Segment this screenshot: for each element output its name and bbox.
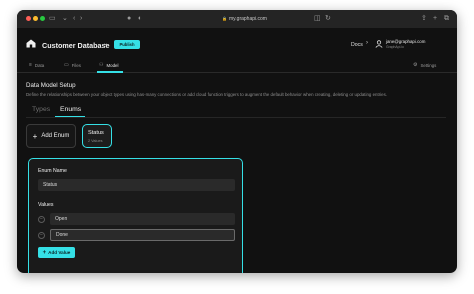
enum-card-status[interactable]: Status 2 Values: [82, 124, 112, 148]
remove-value-icon[interactable]: −: [38, 216, 45, 223]
chevron-down-icon[interactable]: ⌄: [62, 14, 68, 24]
remove-value-icon[interactable]: −: [38, 232, 45, 239]
subnav-item-label: Model: [106, 62, 119, 68]
docs-link[interactable]: Docs: [351, 42, 363, 48]
database-icon: ≡: [29, 62, 32, 68]
account-icon[interactable]: ●: [127, 14, 131, 24]
enum-card-count: 2 Values: [88, 139, 103, 143]
sub-navigation: ≡ Data ▭ Files ⚇ Model ⚙ Settings: [17, 58, 457, 73]
share-icon[interactable]: ⇪: [421, 14, 427, 24]
plus-icon[interactable]: +: [433, 14, 437, 24]
enum-name-field[interactable]: Status: [38, 179, 235, 191]
chevron-right-icon[interactable]: ›: [80, 14, 82, 24]
user-domain: GraphApi.io: [386, 45, 404, 49]
page-title: Data Model Setup: [26, 82, 76, 89]
plus-icon: +: [32, 131, 38, 141]
add-value-label: Add Value: [48, 250, 71, 255]
add-value-button[interactable]: + Add Value: [38, 247, 75, 258]
chevron-down-icon[interactable]: ⌄: [103, 40, 108, 47]
translate-icon[interactable]: ◫: [314, 14, 321, 24]
home-icon[interactable]: [26, 39, 36, 48]
subnav-item-label: Data: [34, 62, 45, 68]
shield-icon[interactable]: ◐: [138, 14, 142, 24]
lock-icon: 🔒: [222, 16, 227, 21]
tab-enums[interactable]: Enums: [60, 106, 81, 113]
subnav-item-label: Files: [71, 62, 82, 68]
browser-window: ▭ ⌄ ‹ › ● ◐ 🔒 my.graphapi.com ◫ ↻ ⇪ + ⧉ C…: [17, 10, 457, 273]
plus-icon: +: [42, 249, 47, 256]
subnav-item-settings[interactable]: ⚙ Settings: [413, 62, 436, 68]
zoom-window-button[interactable]: [40, 16, 45, 21]
subnav-item-label: Settings: [420, 62, 437, 68]
tabs-icon[interactable]: ⧉: [444, 14, 449, 24]
sidebar-icon[interactable]: ▭: [49, 14, 56, 24]
enum-name-label: Enum Name: [38, 168, 67, 174]
add-enum-button[interactable]: + Add Enum: [26, 124, 76, 148]
subnav-item-data[interactable]: ≡ Data: [29, 62, 44, 68]
url-text: my.graphapi.com: [228, 16, 267, 22]
active-subnav-indicator: [97, 71, 123, 73]
tab-divider: [26, 117, 446, 118]
close-window-button[interactable]: [26, 16, 31, 21]
enum-editor-panel: Enum Name Status Values − Open − Done + …: [28, 158, 243, 273]
minimize-window-button[interactable]: [33, 16, 38, 21]
page-description: Define the relationships between your ob…: [26, 92, 387, 97]
folder-icon: ▭: [64, 62, 69, 68]
enum-value-field[interactable]: Done: [50, 229, 235, 241]
values-label: Values: [38, 202, 54, 208]
subnav-item-files[interactable]: ▭ Files: [64, 62, 81, 68]
browser-toolbar: ▭ ⌄ ‹ › ● ◐ 🔒 my.graphapi.com ◫ ↻ ⇪ + ⧉: [17, 10, 457, 28]
add-enum-label: Add Enum: [41, 133, 70, 139]
enum-card-name: Status: [88, 130, 104, 136]
database-title[interactable]: Customer Database: [42, 41, 110, 50]
chevron-right-icon: ›: [366, 40, 368, 46]
refresh-icon[interactable]: ↻: [325, 14, 331, 24]
tab-types[interactable]: Types: [32, 106, 50, 113]
publish-button[interactable]: Publish: [114, 40, 140, 49]
gear-icon: ⚙: [413, 62, 418, 68]
enum-value-field[interactable]: Open: [50, 213, 235, 225]
user-email[interactable]: jane@graphapi.com: [386, 39, 425, 44]
url-bar[interactable]: 🔒 my.graphapi.com: [222, 14, 267, 24]
subnav-item-model[interactable]: ⚇ Model: [99, 62, 118, 68]
chevron-left-icon[interactable]: ‹: [73, 14, 75, 24]
user-icon[interactable]: [375, 40, 383, 48]
app-header: Customer Database ⌄ Publish Docs › jane@…: [17, 28, 457, 58]
model-icon: ⚇: [99, 62, 104, 68]
